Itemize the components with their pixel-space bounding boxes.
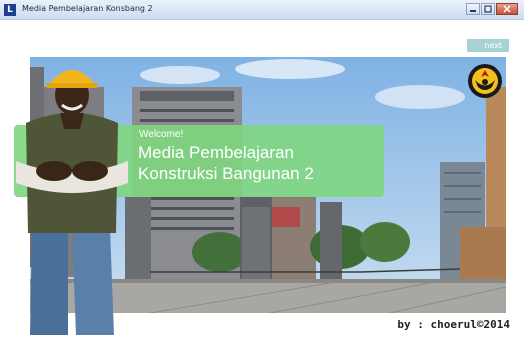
window-controls (466, 3, 518, 15)
course-title-line1: Media Pembelajaran (138, 143, 294, 162)
window-title: Media Pembelajaran Konsbang 2 (22, 4, 153, 13)
construction-worker-photo (16, 70, 128, 335)
maximize-icon (484, 5, 492, 13)
next-button[interactable]: next (467, 39, 509, 52)
window-titlebar: L Media Pembelajaran Konsbang 2 (0, 0, 524, 20)
close-icon (503, 5, 511, 13)
welcome-text: Welcome! (139, 129, 184, 140)
university-emblem-icon (468, 64, 502, 98)
app-icon: L (4, 4, 16, 16)
maximize-button[interactable] (481, 3, 495, 15)
course-title-line2: Konstruksi Bangunan 2 (138, 164, 314, 183)
minimize-icon (470, 10, 476, 12)
author-credit: by : choerul©2014 (397, 318, 510, 331)
close-button[interactable] (496, 3, 518, 15)
minimize-button[interactable] (466, 3, 480, 15)
